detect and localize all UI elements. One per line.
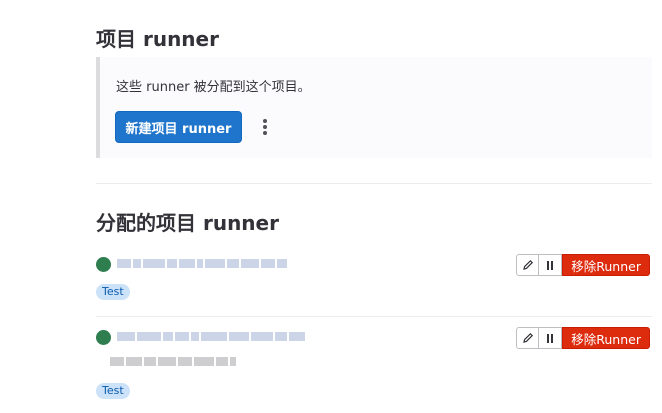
project-runners-description: 这些 runner 被分配到这个项目。 <box>116 80 311 95</box>
runner-actions: 移除Runner <box>516 327 650 349</box>
redacted-runner-description <box>110 357 236 366</box>
status-online-icon <box>96 257 111 272</box>
remove-runner-button[interactable]: 移除Runner <box>562 327 650 349</box>
redacted-runner-name[interactable] <box>117 259 287 268</box>
runner-divider <box>96 316 652 317</box>
runner-tag: Test <box>96 383 130 399</box>
new-project-runner-button[interactable]: 新建项目 runner <box>115 111 242 143</box>
pencil-icon[interactable] <box>516 254 540 276</box>
section-divider <box>96 183 652 184</box>
project-runners-title: 项目 runner <box>96 27 219 51</box>
runner-tag: Test <box>96 284 130 300</box>
pause-icon[interactable] <box>539 327 563 349</box>
assigned-runners-title: 分配的项目 runner <box>96 211 279 235</box>
pause-icon[interactable] <box>539 254 563 276</box>
remove-runner-button[interactable]: 移除Runner <box>562 254 650 276</box>
redacted-runner-name[interactable] <box>117 332 305 341</box>
runner-actions: 移除Runner <box>516 254 650 276</box>
kebab-menu-icon[interactable] <box>260 117 270 137</box>
pencil-icon[interactable] <box>516 327 540 349</box>
status-online-icon <box>96 330 111 345</box>
project-runners-panel: 这些 runner 被分配到这个项目。 新建项目 runner <box>96 57 652 158</box>
